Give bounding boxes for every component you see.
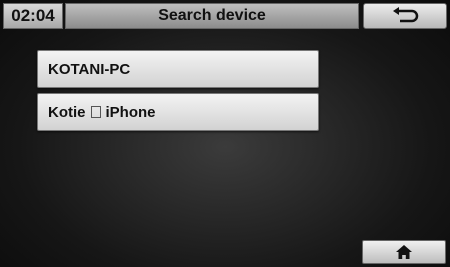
clock: 02:04	[3, 3, 63, 29]
car-display-screen: 02:04 Search device KOTANI-PC Kotie iPho…	[0, 0, 450, 267]
home-button[interactable]	[362, 240, 446, 264]
home-icon	[396, 245, 412, 259]
device-list: KOTANI-PC Kotie iPhone	[37, 50, 319, 136]
page-title: Search device	[65, 3, 359, 29]
device-name-prefix: Kotie	[48, 103, 86, 121]
back-button[interactable]	[363, 3, 447, 29]
device-name-suffix: iPhone	[105, 103, 156, 121]
device-item-kotani-pc[interactable]: KOTANI-PC	[37, 50, 319, 88]
return-arrow-icon	[393, 7, 419, 23]
device-name: KOTANI-PC	[48, 60, 131, 78]
unknown-character-glyph	[90, 106, 101, 118]
device-item-kotie-iphone[interactable]: Kotie iPhone	[37, 93, 319, 131]
top-bar: 02:04 Search device	[3, 3, 447, 29]
